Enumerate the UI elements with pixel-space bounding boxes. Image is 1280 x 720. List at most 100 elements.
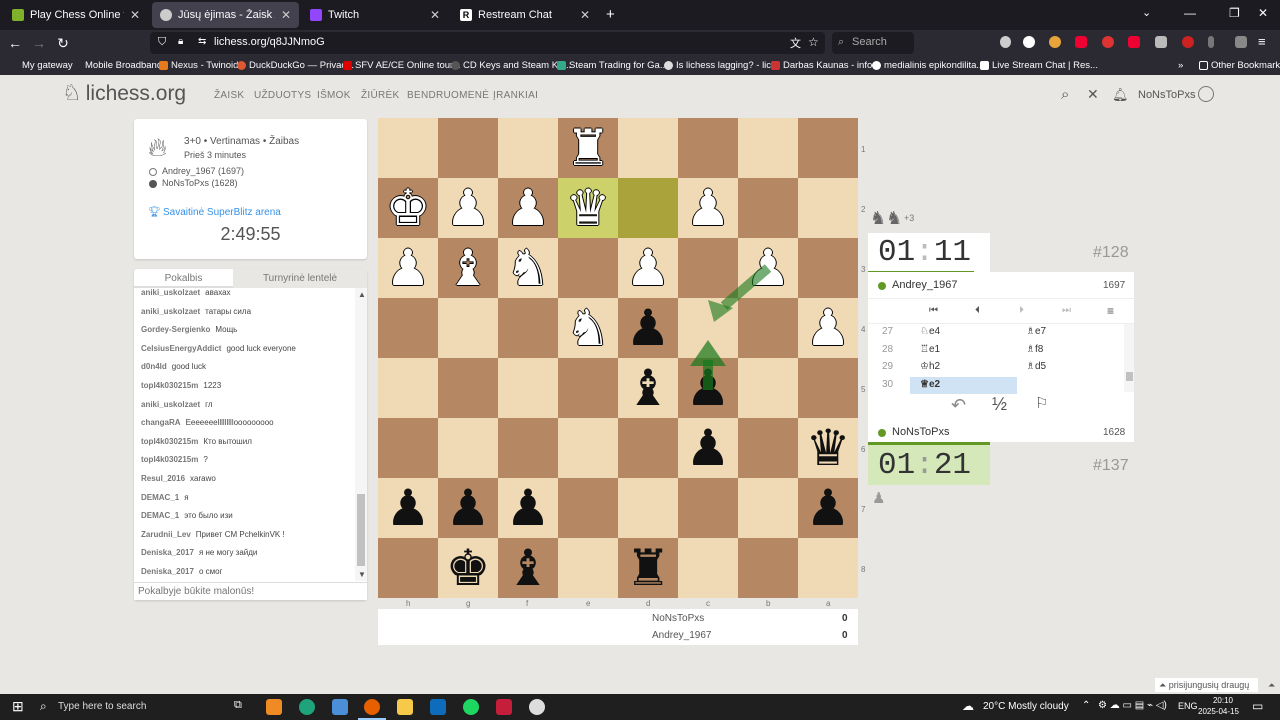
close-tab-icon[interactable]: ✕ <box>580 8 590 22</box>
notifications-icon[interactable]: ▭ <box>1252 699 1263 713</box>
clock-time[interactable]: 20:10 <box>1203 696 1243 705</box>
bookmark[interactable]: CD Keys and Steam Ke... <box>451 60 571 71</box>
pocket-icon[interactable] <box>1000 36 1011 48</box>
chat-username[interactable]: DEMAC_1 <box>141 493 179 502</box>
bookmark[interactable]: Mobile Broadband <box>85 60 162 71</box>
minimize-button[interactable]: — <box>1184 6 1196 20</box>
tray-icons[interactable]: ⚙ ☁ ▭ ▤ ⌁ ◁) <box>1098 700 1167 711</box>
store-icon[interactable] <box>332 699 348 715</box>
bookmark[interactable]: Steam Trading for Ga... <box>557 60 668 71</box>
chat-input[interactable] <box>134 582 367 600</box>
taskbar-search[interactable]: Type here to search <box>58 701 146 712</box>
extension-icon[interactable] <box>1049 36 1061 48</box>
browser-tab[interactable]: R Restream Chat ✕ <box>452 2 598 28</box>
scroll-down-icon[interactable]: ▼ <box>358 570 366 579</box>
chat-username[interactable]: aniki_uskolzaet <box>141 288 200 297</box>
language-indicator[interactable]: ENG <box>1178 701 1198 711</box>
list-tabs-icon[interactable]: ⌄ <box>1142 6 1151 19</box>
chat-username[interactable]: Deniska_2017 <box>141 567 194 576</box>
move-white[interactable]: ♔h2 <box>910 359 1017 376</box>
chat-username[interactable]: aniki_uskolzaet <box>141 400 200 409</box>
back-icon[interactable]: ← <box>6 34 24 52</box>
move-black[interactable]: ♗f8 <box>1018 342 1051 357</box>
extension-icon[interactable] <box>1128 36 1140 48</box>
app-icon[interactable] <box>529 699 545 715</box>
bookmark[interactable]: Darbas Kaunas - info.lt <box>771 60 880 71</box>
offer-draw-button[interactable]: ½ <box>992 394 1007 415</box>
ublock-icon[interactable] <box>1182 36 1194 48</box>
chat-username[interactable]: Gordey-Sergienko <box>141 325 210 334</box>
chat-username[interactable]: topl4k030215m <box>141 381 198 390</box>
menu-icon[interactable]: ≡ <box>1258 34 1266 49</box>
black-player[interactable]: NoNsToPxs (1628) <box>162 178 238 188</box>
shield-icon[interactable]: ⛉ <box>158 36 166 49</box>
bookmark[interactable]: Is lichess lagging? - lic... <box>664 60 779 71</box>
chat-username[interactable]: DEMAC_1 <box>141 511 179 520</box>
notifications-bell-icon[interactable]: 🔔︎ <box>1112 87 1129 103</box>
spotify-icon[interactable] <box>463 699 479 715</box>
scroll-thumb[interactable] <box>1126 372 1133 381</box>
bookmark[interactable]: My gateway <box>22 60 73 71</box>
tray-chevron-icon[interactable]: ⌃ <box>1082 700 1090 711</box>
user-avatar-icon[interactable] <box>1198 86 1214 102</box>
move-black[interactable]: ♗e7 <box>1018 324 1054 339</box>
first-move-icon[interactable]: ⏮ <box>929 305 938 316</box>
file-explorer-icon[interactable] <box>397 699 413 715</box>
firefox-icon[interactable] <box>364 699 380 715</box>
friends-online-button[interactable]: ⏶ prisijungusių draugų <box>1155 678 1258 692</box>
bookmark[interactable]: Nexus - Twinoid <box>159 60 238 71</box>
search-bar[interactable]: ⌕ Search <box>832 32 914 54</box>
weather-text[interactable]: 20°C Mostly cloudy <box>983 701 1069 712</box>
chevron-up-icon[interactable]: ⏶ <box>1268 680 1275 691</box>
new-tab-button[interactable]: + <box>606 6 615 23</box>
lichess-logo[interactable]: ♘ lichess.org <box>62 80 186 106</box>
chat-username[interactable]: d0n4ld <box>141 362 167 371</box>
tab-chat[interactable]: Pokalbis <box>134 269 233 288</box>
lock-icon[interactable]: 🔒︎ <box>178 36 183 47</box>
browser-tab-active[interactable]: Jūsų ėjimas - Žaisk Andrey✕ <box>152 2 299 28</box>
translate-icon[interactable]: 文 <box>790 35 801 51</box>
extension-icon[interactable] <box>1023 36 1035 48</box>
nav-tools[interactable]: ĮRANKIAI <box>493 90 538 101</box>
close-tab-icon[interactable]: ✕ <box>130 8 140 22</box>
url-text[interactable]: lichess.org/q8JJNmoG <box>214 36 325 48</box>
tab-standings[interactable]: Turnyrinė lentelė <box>233 269 367 288</box>
player-name[interactable]: NoNsToPxs <box>892 426 949 438</box>
forward-icon[interactable]: → <box>30 34 48 52</box>
address-bar[interactable]: ⛉ 🔒︎ ⇆ lichess.org/q8JJNmoG 文 ☆ <box>150 32 825 54</box>
menu-icon[interactable]: ≡ <box>1107 304 1114 318</box>
move-black[interactable] <box>1018 377 1034 381</box>
white-player[interactable]: Andrey_1967 (1697) <box>162 166 244 176</box>
chat-scrollbar[interactable]: ▲ ▼ <box>355 288 367 581</box>
nav-community[interactable]: BENDRUOMENĖ <box>407 90 489 101</box>
chat-username[interactable]: aniki_uskolzaet <box>141 307 200 316</box>
close-window-button[interactable]: ✕ <box>1258 6 1268 20</box>
browser-tab[interactable]: Twitch ✕ <box>302 2 448 28</box>
maximize-button[interactable]: ❐ <box>1229 6 1240 20</box>
challenge-icon[interactable]: ✕ <box>1087 86 1099 103</box>
bookmark[interactable]: medialinis epikondilita... <box>872 60 984 71</box>
chat-username[interactable]: Zarudnii_Lev <box>141 530 191 539</box>
youtube-icon[interactable] <box>1075 36 1087 48</box>
task-view-icon[interactable]: ⧉ <box>234 699 242 712</box>
tournament-link[interactable]: Savaitinė SuperBlitz arena <box>163 207 281 218</box>
chat-username[interactable]: Resul_2016 <box>141 474 185 483</box>
bookmark[interactable]: DuckDuckGo — Privac... <box>237 60 354 71</box>
chat-username[interactable]: CelsiusEnergyAddict <box>141 344 221 353</box>
user-menu[interactable]: NoNsToPxs <box>1138 89 1195 101</box>
outlook-icon[interactable] <box>430 699 446 715</box>
moves-scrollbar[interactable] <box>1124 324 1134 392</box>
chat-username[interactable]: changaRA <box>141 418 181 427</box>
next-move-icon[interactable]: ⏵ <box>1019 305 1024 316</box>
takeback-icon[interactable]: ↶ <box>951 395 966 416</box>
close-tab-icon[interactable]: ✕ <box>430 8 440 22</box>
nav-learn[interactable]: IŠMOK <box>317 90 351 101</box>
browser-tab[interactable]: Play Chess Online for FREE - 2 P✕ <box>4 2 148 28</box>
edge-icon[interactable] <box>299 699 315 715</box>
extensions-icon[interactable] <box>1235 36 1247 48</box>
move-white[interactable]: ♕e2 <box>910 376 1017 394</box>
nav-puzzles[interactable]: UŽDUOTYS <box>254 90 311 101</box>
vlc-icon[interactable] <box>266 699 282 715</box>
berserk-pawn-icon[interactable]: ♟ <box>872 489 885 507</box>
app-icon[interactable] <box>496 699 512 715</box>
